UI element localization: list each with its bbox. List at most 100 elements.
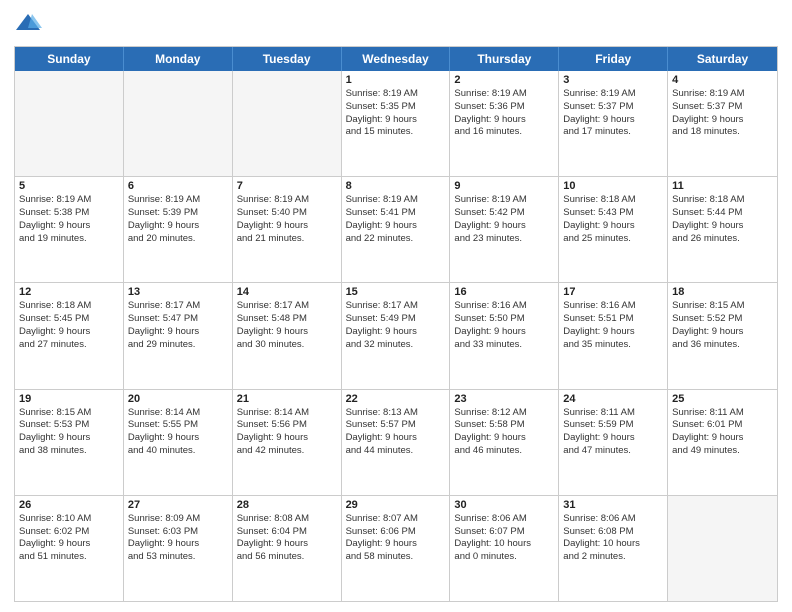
cell-line: and 51 minutes. [19,551,119,564]
cell-line: Sunset: 5:38 PM [19,207,119,220]
day-number: 20 [128,393,228,405]
day-cell: 5Sunrise: 8:19 AMSunset: 5:38 PMDaylight… [15,177,124,282]
cell-line: Sunset: 5:43 PM [563,207,663,220]
cell-line: Sunset: 5:44 PM [672,207,773,220]
cell-line: and 29 minutes. [128,339,228,352]
cell-line: Sunrise: 8:12 AM [454,407,554,420]
cell-line: Sunrise: 8:17 AM [128,300,228,313]
cell-line: and 30 minutes. [237,339,337,352]
day-cell: 10Sunrise: 8:18 AMSunset: 5:43 PMDayligh… [559,177,668,282]
cell-line: Daylight: 9 hours [563,432,663,445]
cell-line: Daylight: 10 hours [454,538,554,551]
page: SundayMondayTuesdayWednesdayThursdayFrid… [0,0,792,612]
day-number: 4 [672,74,773,86]
day-number: 29 [346,499,446,511]
cell-line: Sunset: 5:59 PM [563,419,663,432]
cell-line: Daylight: 9 hours [19,326,119,339]
cell-line: Sunrise: 8:14 AM [237,407,337,420]
day-number: 27 [128,499,228,511]
day-number: 18 [672,286,773,298]
cell-line: Sunset: 5:39 PM [128,207,228,220]
calendar: SundayMondayTuesdayWednesdayThursdayFrid… [14,46,778,602]
cell-line: and 35 minutes. [563,339,663,352]
cell-line: Sunrise: 8:11 AM [563,407,663,420]
cell-line: Sunset: 5:37 PM [672,101,773,114]
day-number: 2 [454,74,554,86]
cell-line: Sunrise: 8:08 AM [237,513,337,526]
calendar-row: 1Sunrise: 8:19 AMSunset: 5:35 PMDaylight… [15,71,777,177]
day-cell: 23Sunrise: 8:12 AMSunset: 5:58 PMDayligh… [450,390,559,495]
calendar-row: 26Sunrise: 8:10 AMSunset: 6:02 PMDayligh… [15,496,777,601]
weekday-header: Sunday [15,47,124,71]
cell-line: Sunset: 6:02 PM [19,526,119,539]
cell-line: Daylight: 9 hours [563,326,663,339]
cell-line: Sunset: 5:53 PM [19,419,119,432]
cell-line: and 25 minutes. [563,233,663,246]
cell-line: Sunset: 6:08 PM [563,526,663,539]
cell-line: Sunrise: 8:10 AM [19,513,119,526]
cell-line: Daylight: 9 hours [454,114,554,127]
day-cell: 29Sunrise: 8:07 AMSunset: 6:06 PMDayligh… [342,496,451,601]
weekday-header: Friday [559,47,668,71]
cell-line: and 27 minutes. [19,339,119,352]
cell-line: Daylight: 9 hours [346,432,446,445]
cell-line: and 42 minutes. [237,445,337,458]
day-cell: 20Sunrise: 8:14 AMSunset: 5:55 PMDayligh… [124,390,233,495]
cell-line: Sunset: 5:56 PM [237,419,337,432]
day-number: 17 [563,286,663,298]
cell-line: Sunrise: 8:07 AM [346,513,446,526]
day-cell: 8Sunrise: 8:19 AMSunset: 5:41 PMDaylight… [342,177,451,282]
cell-line: Sunset: 5:55 PM [128,419,228,432]
day-number: 31 [563,499,663,511]
cell-line: Sunset: 6:03 PM [128,526,228,539]
cell-line: Sunrise: 8:06 AM [454,513,554,526]
cell-line: Sunset: 6:01 PM [672,419,773,432]
cell-line: Daylight: 9 hours [454,220,554,233]
cell-line: and 16 minutes. [454,126,554,139]
cell-line: and 49 minutes. [672,445,773,458]
cell-line: Sunset: 5:49 PM [346,313,446,326]
logo-icon [14,10,42,38]
empty-cell [668,496,777,601]
cell-line: Sunrise: 8:19 AM [563,88,663,101]
empty-cell [124,71,233,176]
cell-line: and 32 minutes. [346,339,446,352]
cell-line: Sunrise: 8:14 AM [128,407,228,420]
cell-line: and 38 minutes. [19,445,119,458]
day-number: 19 [19,393,119,405]
cell-line: Sunset: 5:35 PM [346,101,446,114]
day-number: 28 [237,499,337,511]
day-cell: 18Sunrise: 8:15 AMSunset: 5:52 PMDayligh… [668,283,777,388]
cell-line: Daylight: 9 hours [563,114,663,127]
day-cell: 25Sunrise: 8:11 AMSunset: 6:01 PMDayligh… [668,390,777,495]
cell-line: Daylight: 9 hours [237,220,337,233]
cell-line: and 53 minutes. [128,551,228,564]
cell-line: Sunrise: 8:09 AM [128,513,228,526]
cell-line: and 47 minutes. [563,445,663,458]
day-number: 30 [454,499,554,511]
day-cell: 28Sunrise: 8:08 AMSunset: 6:04 PMDayligh… [233,496,342,601]
day-cell: 19Sunrise: 8:15 AMSunset: 5:53 PMDayligh… [15,390,124,495]
cell-line: Sunset: 5:41 PM [346,207,446,220]
day-cell: 17Sunrise: 8:16 AMSunset: 5:51 PMDayligh… [559,283,668,388]
cell-line: Daylight: 9 hours [672,432,773,445]
cell-line: and 15 minutes. [346,126,446,139]
day-cell: 3Sunrise: 8:19 AMSunset: 5:37 PMDaylight… [559,71,668,176]
cell-line: Sunset: 5:57 PM [346,419,446,432]
day-cell: 15Sunrise: 8:17 AMSunset: 5:49 PMDayligh… [342,283,451,388]
day-number: 9 [454,180,554,192]
cell-line: Daylight: 9 hours [128,538,228,551]
day-cell: 31Sunrise: 8:06 AMSunset: 6:08 PMDayligh… [559,496,668,601]
cell-line: Sunrise: 8:19 AM [346,194,446,207]
cell-line: Daylight: 9 hours [672,326,773,339]
header [14,10,778,38]
cell-line: Sunset: 5:48 PM [237,313,337,326]
cell-line: Daylight: 9 hours [672,220,773,233]
day-cell: 30Sunrise: 8:06 AMSunset: 6:07 PMDayligh… [450,496,559,601]
day-number: 14 [237,286,337,298]
cell-line: Daylight: 9 hours [563,220,663,233]
day-number: 13 [128,286,228,298]
day-number: 11 [672,180,773,192]
cell-line: Sunrise: 8:15 AM [672,300,773,313]
cell-line: Sunrise: 8:19 AM [454,194,554,207]
